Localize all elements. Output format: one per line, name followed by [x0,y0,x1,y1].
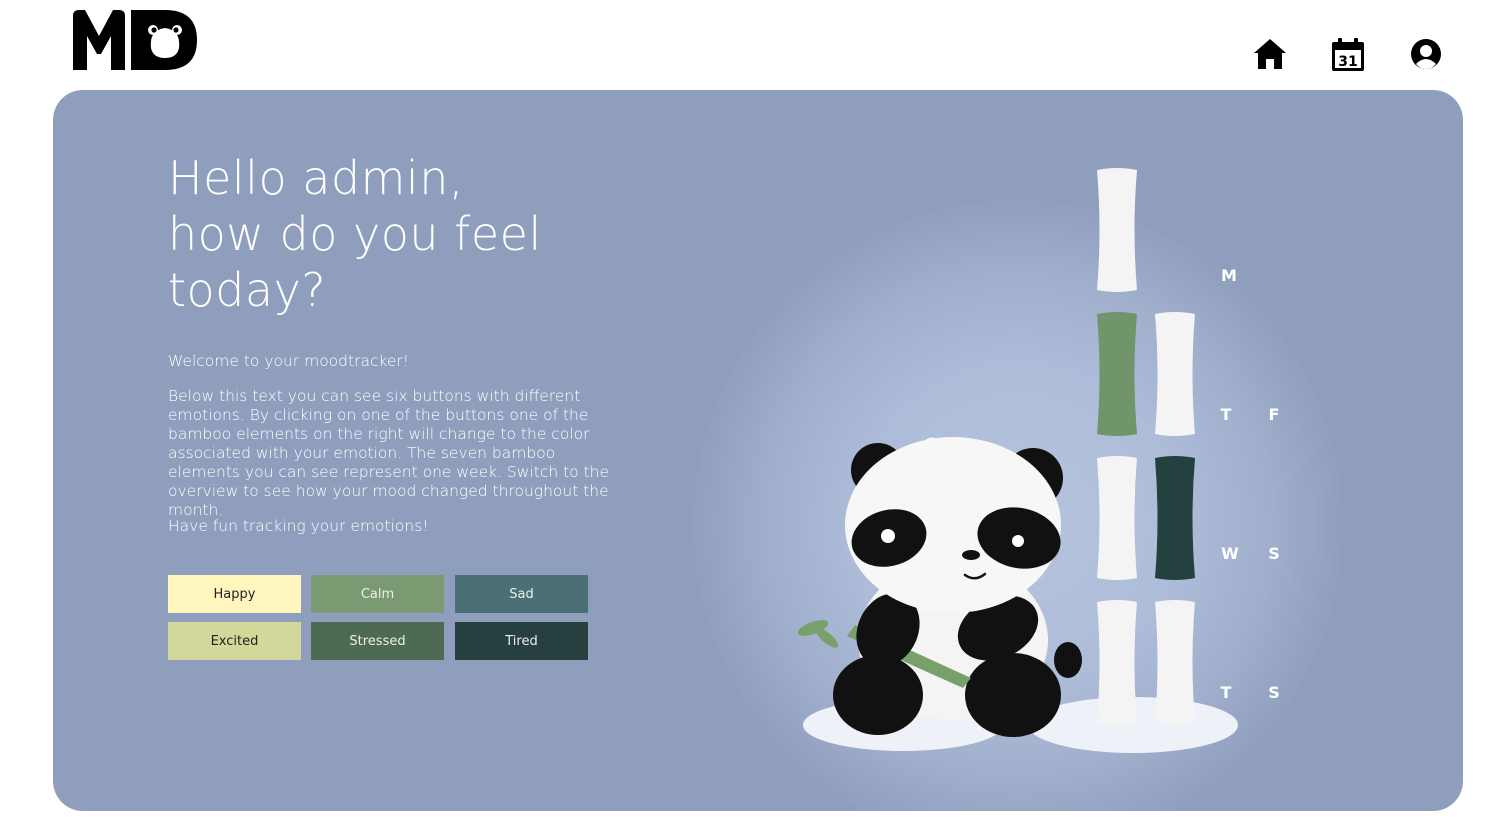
day-label-friday: F [1268,405,1280,424]
day-label-monday: M [1221,266,1237,285]
main-panel: Hello admin, how do you feel today? Welc… [53,90,1463,811]
day-label-saturday: S [1268,544,1280,563]
mood-button-excited[interactable]: Excited [168,622,301,660]
closing-text: Have fun tracking your emotions! [168,517,429,535]
bamboo-segment-thursday [1097,600,1137,724]
account-icon[interactable] [1410,38,1442,70]
day-label-thursday: T [1220,683,1232,702]
mood-button-stressed[interactable]: Stressed [311,622,444,660]
greeting-heading: Hello admin, how do you feel today? [168,150,648,318]
description-text: Below this text you can see six buttons … [168,387,610,519]
bamboo-week [1097,168,1195,724]
bamboo-segment-saturday [1155,456,1195,580]
mood-button-happy[interactable]: Happy [168,575,301,613]
day-label-sunday: S [1268,683,1280,702]
bamboo-segment-monday [1097,168,1137,292]
bamboo-segment-sunday [1155,600,1195,724]
day-label-wednesday: W [1221,544,1239,563]
calendar-icon[interactable]: 31 [1330,37,1366,73]
logo[interactable] [73,10,197,70]
day-label-tuesday: T [1220,405,1232,424]
greeting-line-1: Hello admin, [168,151,464,205]
bamboo-segment-wednesday [1097,456,1137,580]
greeting-line-3: today? [168,263,327,317]
greeting-line-2: how do you feel [168,207,542,261]
bamboo-segment-friday [1155,312,1195,436]
panda [797,437,1082,737]
mood-button-calm[interactable]: Calm [311,575,444,613]
md-logo-icon [73,10,197,70]
bamboo-segment-tuesday [1097,312,1137,436]
home-icon[interactable] [1252,36,1288,72]
mood-button-tired[interactable]: Tired [455,622,588,660]
welcome-text: Welcome to your moodtracker! [168,352,410,370]
svg-text:31: 31 [1338,54,1357,70]
mood-button-sad[interactable]: Sad [455,575,588,613]
